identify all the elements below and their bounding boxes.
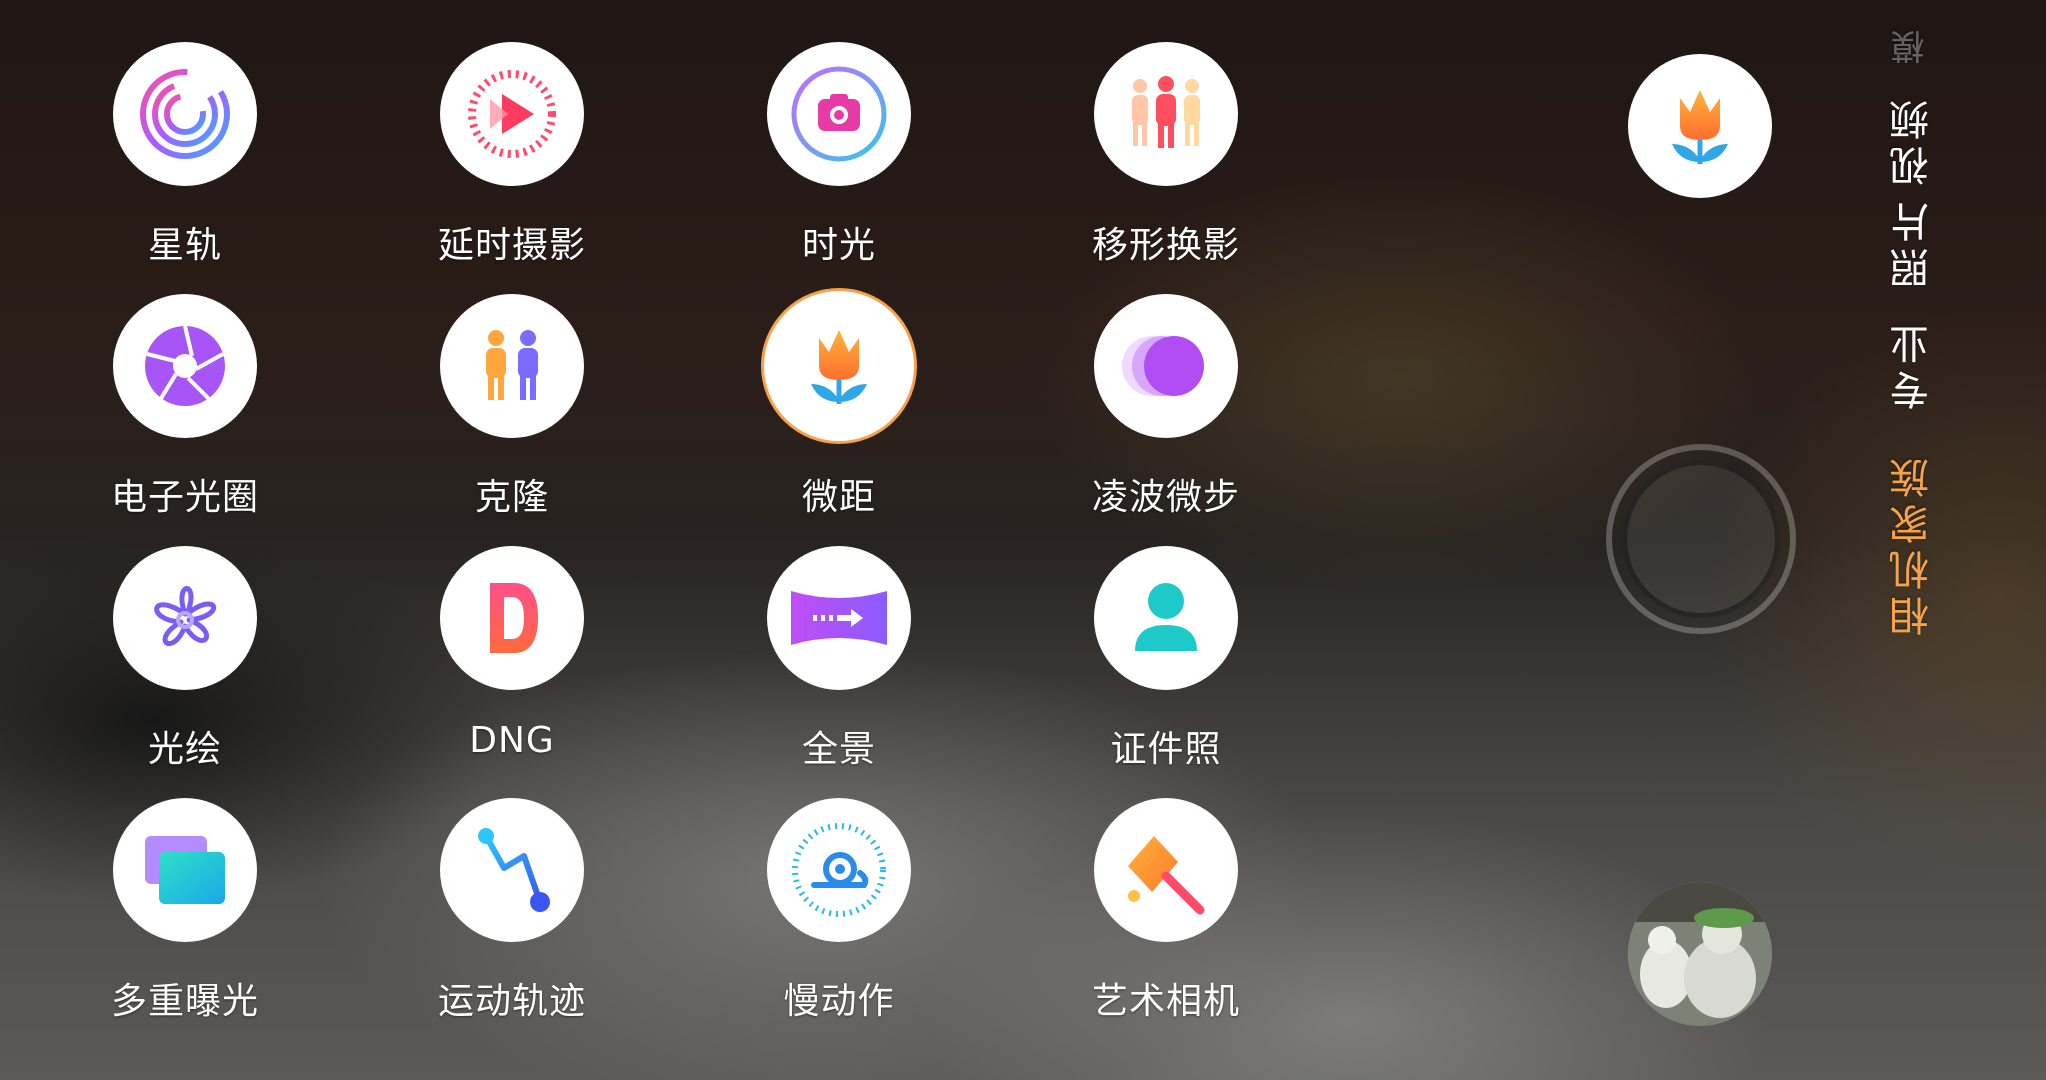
gallery-preview-image: [1628, 882, 1772, 1026]
ripple-step-icon: [1094, 294, 1238, 438]
mode-macro[interactable]: 微距: [724, 288, 954, 520]
art-camera-icon: [1094, 798, 1238, 942]
mode-clone[interactable]: 克隆: [397, 294, 627, 520]
tab-hidden-top[interactable]: 模: [1886, 24, 1935, 64]
mode-label: 星轨: [147, 225, 222, 266]
current-mode-button[interactable]: [1628, 54, 1772, 198]
mode-label: 多重曝光: [110, 981, 259, 1022]
shutter-inner-ring: [1622, 460, 1780, 618]
dng-icon: [440, 546, 584, 690]
mode-label: 微距: [801, 477, 876, 518]
mode-ripple-step[interactable]: 凌波微步: [1051, 294, 1281, 520]
mode-art-camera[interactable]: 艺术相机: [1051, 798, 1281, 1024]
mode-label: 移形换影: [1091, 225, 1240, 266]
mode-light-painting[interactable]: 光绘: [70, 546, 300, 772]
tab-video[interactable]: 视频: [1884, 94, 1942, 186]
mode-dng[interactable]: DNG: [397, 546, 627, 761]
id-photo-icon: [1094, 546, 1238, 690]
multi-exposure-icon: [113, 798, 257, 942]
tab-camera-family[interactable]: 相机家族: [1884, 452, 1942, 636]
mode-label: 艺术相机: [1091, 981, 1240, 1022]
mode-time[interactable]: 时光: [724, 42, 954, 268]
star-trail-icon: [113, 42, 257, 186]
timelapse-icon: [440, 42, 584, 186]
panorama-icon: [767, 546, 911, 690]
aperture-icon: [113, 294, 257, 438]
time-camera-icon: [767, 42, 911, 186]
mode-label: 光绘: [147, 729, 222, 770]
mode-timelapse[interactable]: 延时摄影: [397, 42, 627, 268]
light-painting-icon: [113, 546, 257, 690]
mode-multi-exposure[interactable]: 多重曝光: [70, 798, 300, 1024]
mode-label: 全景: [801, 729, 876, 770]
mode-motion-track[interactable]: 运动轨迹: [397, 798, 627, 1024]
mode-id-photo[interactable]: 证件照: [1051, 546, 1281, 772]
mode-aperture[interactable]: 电子光圈: [70, 294, 300, 520]
tab-photo[interactable]: 照片: [1884, 196, 1942, 288]
motion-track-icon: [440, 798, 584, 942]
tab-pro[interactable]: 专业: [1884, 318, 1942, 410]
slow-motion-icon: [767, 798, 911, 942]
macro-tulip-icon: [761, 288, 917, 444]
gallery-thumbnail[interactable]: [1628, 882, 1772, 1026]
mode-people-shift[interactable]: 移形换影: [1051, 42, 1281, 268]
mode-label: 克隆: [474, 477, 549, 518]
clone-icon: [440, 294, 584, 438]
mode-star-trail[interactable]: 星轨: [70, 42, 300, 268]
mode-label: 凌波微步: [1091, 477, 1240, 518]
people-shift-icon: [1094, 42, 1238, 186]
macro-tulip-icon: [1672, 90, 1728, 164]
mode-label: 慢动作: [783, 981, 895, 1022]
mode-slow-motion[interactable]: 慢动作: [724, 798, 954, 1024]
mode-label: 证件照: [1110, 729, 1222, 770]
mode-label: 时光: [801, 225, 876, 266]
mode-label: 运动轨迹: [437, 981, 586, 1022]
mode-label: 延时摄影: [437, 225, 586, 266]
mode-panorama[interactable]: 全景: [724, 546, 954, 772]
shutter-button[interactable]: [1606, 444, 1796, 634]
mode-label: 电子光圈: [110, 477, 259, 518]
mode-label: DNG: [469, 720, 555, 761]
